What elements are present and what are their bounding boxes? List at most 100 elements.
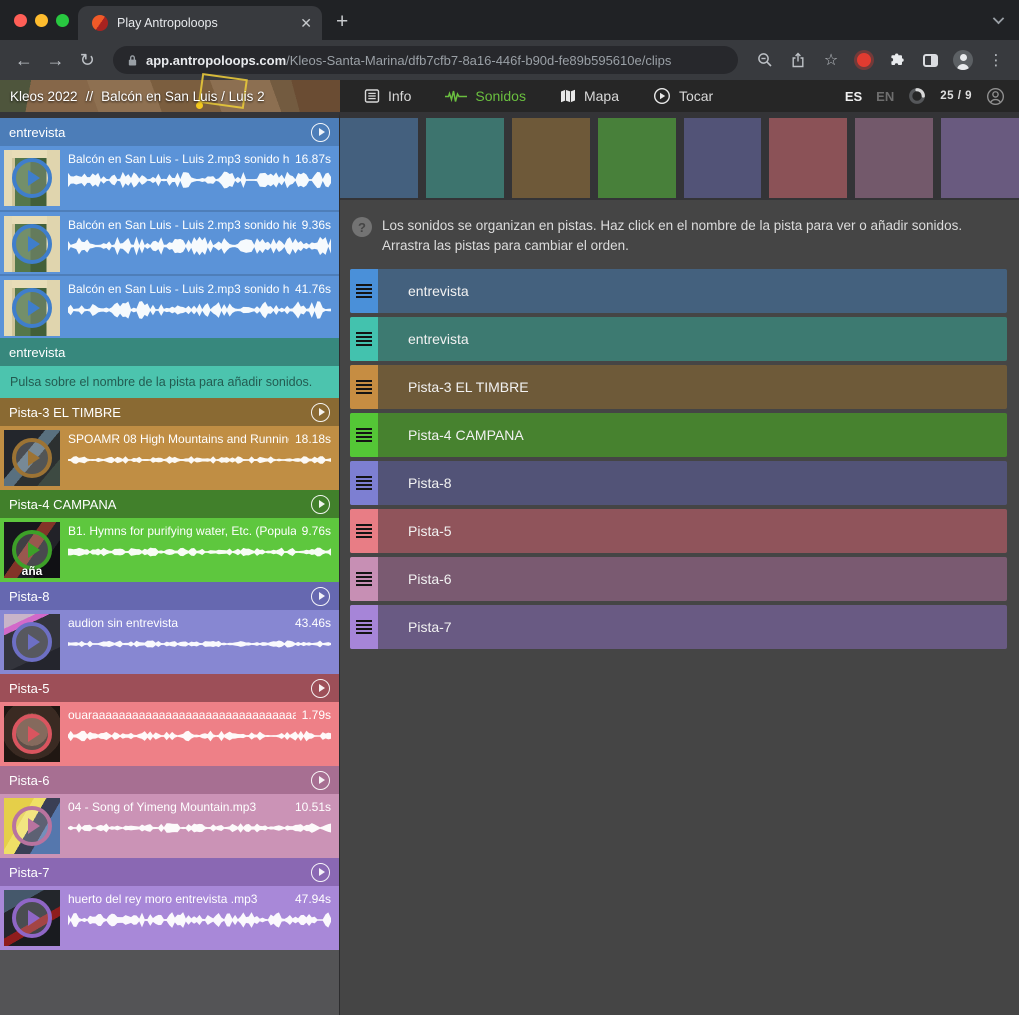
track-row[interactable]: Pista-5 — [350, 509, 1007, 553]
audio-clip[interactable]: 04 - Song of Yimeng Mountain.mp3 10.51s — [0, 794, 339, 858]
track-row[interactable]: entrevista — [350, 317, 1007, 361]
extensions-puzzle-icon[interactable] — [884, 47, 910, 73]
play-track-button[interactable] — [311, 771, 330, 790]
audio-clip[interactable]: aña B1. Hymns for purifying water, Etc. … — [0, 518, 339, 582]
play-circle-icon — [653, 87, 671, 105]
forward-button[interactable]: → — [42, 50, 70, 71]
clip-play-icon[interactable] — [12, 288, 52, 328]
drag-handle[interactable] — [350, 509, 378, 553]
app-header: Kleos 2022 // Balcón en San Luis / Luis … — [0, 80, 1019, 112]
track-label[interactable]: Pista-3 EL TIMBRE — [378, 365, 1007, 409]
track-label[interactable]: Pista-8 — [378, 461, 1007, 505]
tab-mapa[interactable]: Mapa — [560, 88, 619, 104]
minimize-window-button[interactable] — [35, 14, 48, 27]
drag-handle[interactable] — [350, 557, 378, 601]
clip-play-icon[interactable] — [12, 224, 52, 264]
track-row[interactable]: Pista-8 — [350, 461, 1007, 505]
clip-duration: 9.36s — [302, 218, 331, 232]
play-track-button[interactable] — [311, 679, 330, 698]
audio-clip[interactable]: Balcón en San Luis - Luis 2.mp3 sonido h… — [0, 274, 339, 338]
track-header[interactable]: Pista-3 EL TIMBRE — [0, 398, 339, 426]
track-label[interactable]: Pista-5 — [378, 509, 1007, 553]
browser-tab[interactable]: Play Antropoloops ✕ — [78, 6, 322, 40]
audio-clip[interactable]: ouaraaaaaaaaaaaaaaaaaaaaaaaaaaaaaaaaaaaa… — [0, 702, 339, 766]
clip-waveform — [68, 450, 331, 470]
tab-close-icon[interactable]: ✕ — [300, 16, 312, 30]
breadcrumb-project[interactable]: Kleos 2022 — [10, 89, 78, 104]
track-header[interactable]: Pista-4 CAMPANA — [0, 490, 339, 518]
drag-handle[interactable] — [350, 317, 378, 361]
clip-title: Balcón en San Luis - Luis 2.mp3 sonido h… — [68, 282, 289, 296]
audio-clip[interactable]: huerto del rey moro entrevista .mp3 47.9… — [0, 886, 339, 950]
back-button[interactable]: ← — [10, 50, 38, 71]
zoom-window-button[interactable] — [56, 14, 69, 27]
help-row: ? Los sonidos se organizan en pistas. Ha… — [340, 200, 1019, 255]
drag-handle[interactable] — [350, 413, 378, 457]
lang-en-button[interactable]: EN — [876, 89, 894, 104]
track-header[interactable]: Pista-8 — [0, 582, 339, 610]
audio-clip[interactable]: audion sin entrevista 43.46s — [0, 610, 339, 674]
clip-play-icon[interactable] — [12, 714, 52, 754]
clip-duration: 16.87s — [295, 152, 331, 166]
new-tab-button[interactable]: + — [336, 10, 348, 34]
track-header[interactable]: Pista-7 — [0, 858, 339, 886]
account-icon[interactable] — [986, 87, 1005, 106]
track-header[interactable]: Pista-6 — [0, 766, 339, 794]
browser-menu-icon[interactable]: ⋮ — [983, 47, 1009, 73]
play-track-button[interactable] — [311, 495, 330, 514]
tab-search-chevron-icon[interactable] — [993, 13, 1004, 24]
track-title: entrevista — [9, 125, 311, 140]
audio-clip[interactable]: Balcón en San Luis - Luis 2.mp3 sonido h… — [0, 146, 339, 210]
clip-play-icon[interactable] — [12, 158, 52, 198]
browser-toolbar: ← → ↻ app.antropoloops.com/Kleos-Santa-M… — [0, 40, 1019, 80]
tab-tocar[interactable]: Tocar — [653, 87, 713, 105]
track-label[interactable]: Pista-6 — [378, 557, 1007, 601]
drag-handle[interactable] — [350, 461, 378, 505]
play-track-button[interactable] — [311, 863, 330, 882]
track-label[interactable]: entrevista — [378, 317, 1007, 361]
map-thumbnail[interactable]: Kleos 2022 // Balcón en San Luis / Luis … — [0, 80, 340, 112]
track-section: Pista-4 CAMPANA aña B1. Hymns for purify… — [0, 490, 339, 582]
clip-play-icon[interactable] — [12, 622, 52, 662]
clip-play-icon[interactable] — [12, 438, 52, 478]
zoom-icon[interactable] — [752, 47, 778, 73]
side-panel-icon[interactable] — [917, 47, 943, 73]
clip-waveform — [68, 818, 331, 838]
play-track-button[interactable] — [311, 587, 330, 606]
profile-avatar-icon[interactable] — [950, 47, 976, 73]
drag-handle[interactable] — [350, 605, 378, 649]
audio-clip[interactable]: Balcón en San Luis - Luis 2.mp3 sonido h… — [0, 210, 339, 274]
audio-clip[interactable]: SPOAMR 08 High Mountains and Running ...… — [0, 426, 339, 490]
track-row[interactable]: Pista-6 — [350, 557, 1007, 601]
clip-play-icon[interactable] — [12, 898, 52, 938]
waveform-icon — [445, 90, 467, 103]
clip-play-icon[interactable] — [12, 806, 52, 846]
browser-tab-strip: Play Antropoloops ✕ + — [0, 0, 1019, 40]
track-row[interactable]: Pista-7 — [350, 605, 1007, 649]
tab-info[interactable]: Info — [364, 88, 411, 104]
play-track-button[interactable] — [311, 123, 330, 142]
track-header[interactable]: Pista-5 — [0, 674, 339, 702]
drag-handle[interactable] — [350, 269, 378, 313]
track-row[interactable]: entrevista — [350, 269, 1007, 313]
track-header[interactable]: entrevista — [0, 118, 339, 146]
clip-thumbnail — [4, 216, 60, 272]
track-row[interactable]: Pista-4 CAMPANA — [350, 413, 1007, 457]
drag-handle[interactable] — [350, 365, 378, 409]
track-row[interactable]: Pista-3 EL TIMBRE — [350, 365, 1007, 409]
record-indicator-icon[interactable] — [851, 47, 877, 73]
track-label[interactable]: entrevista — [378, 269, 1007, 313]
track-label[interactable]: Pista-4 CAMPANA — [378, 413, 1007, 457]
lang-es-button[interactable]: ES — [845, 89, 862, 104]
track-label[interactable]: Pista-7 — [378, 605, 1007, 649]
bookmark-star-icon[interactable]: ☆ — [818, 47, 844, 73]
play-track-button[interactable] — [311, 403, 330, 422]
address-bar[interactable]: app.antropoloops.com/Kleos-Santa-Marina/… — [113, 46, 738, 74]
share-icon[interactable] — [785, 47, 811, 73]
reload-button[interactable]: ↻ — [73, 50, 101, 71]
tab-sonidos[interactable]: Sonidos — [445, 88, 526, 104]
clip-thumbnail — [4, 890, 60, 946]
track-title: entrevista — [9, 345, 330, 360]
close-window-button[interactable] — [14, 14, 27, 27]
track-header[interactable]: entrevista — [0, 338, 339, 366]
